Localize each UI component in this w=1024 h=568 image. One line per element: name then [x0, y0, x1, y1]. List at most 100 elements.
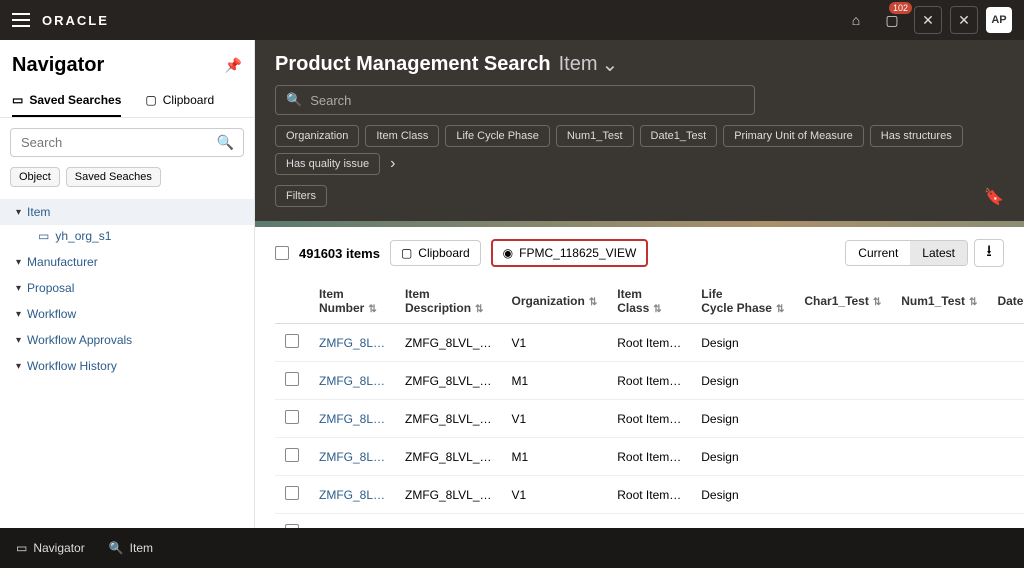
chip-saved-seaches[interactable]: Saved Seaches — [66, 167, 161, 187]
tree-proposal[interactable]: ▾Proposal — [0, 275, 254, 301]
tree-workflow-approvals[interactable]: ▾Workflow Approvals — [0, 327, 254, 353]
menu-icon[interactable] — [12, 13, 30, 27]
cell-desc: ZMFG_8LVL_… — [395, 324, 501, 362]
filter-has-quality-issue[interactable]: Has quality issue — [275, 153, 380, 175]
filters-button[interactable]: Filters — [275, 185, 327, 207]
sort-icon[interactable]: ⇅ — [368, 304, 376, 315]
bookmark-icon[interactable]: 🔖 — [984, 187, 1004, 207]
search-icon[interactable]: 🔍 — [217, 134, 234, 151]
col-item-number[interactable]: ItemNumber⇅ — [309, 279, 395, 324]
col-num1_test[interactable]: Num1_Test⇅ — [891, 279, 987, 324]
item-number-link[interactable]: ZMFG_8L… — [309, 324, 395, 362]
cell-class: Root Item… — [607, 400, 691, 438]
filter-organization[interactable]: Organization — [275, 125, 359, 147]
col-date1_t[interactable]: Date1_T⇅ — [987, 279, 1024, 324]
caret-icon: ▾ — [16, 309, 21, 320]
row-checkbox[interactable] — [285, 486, 299, 500]
tree-manufacturer[interactable]: ▾Manufacturer — [0, 249, 254, 275]
filter-has-structures[interactable]: Has structures — [870, 125, 963, 147]
cell-phase: Design — [691, 476, 794, 514]
sort-icon[interactable]: ⇅ — [776, 304, 784, 315]
item-number-link[interactable]: ZMFG_8L… — [309, 476, 395, 514]
item-number-link[interactable]: ZMFG_8L… — [309, 400, 395, 438]
pin-icon[interactable]: 📌 — [225, 57, 242, 74]
tree-item[interactable]: ▾Item — [0, 199, 254, 225]
home-icon[interactable]: ⌂ — [842, 6, 870, 34]
cell-desc: ZMFG_8LVL_… — [395, 514, 501, 529]
table-row: ZMFG_8L…ZMFG_8LVL_…V1Root Item…Design — [275, 400, 1024, 438]
sort-icon[interactable]: ⇅ — [475, 304, 483, 315]
tree-workflow-history[interactable]: ▾Workflow History — [0, 353, 254, 379]
table-row: ZMFG_8L…ZMFG_8LVL_…M1Root Item…Design — [275, 514, 1024, 529]
scope-dropdown[interactable]: Item ⌄ — [559, 52, 619, 77]
seg-latest[interactable]: Latest — [910, 241, 967, 265]
select-all-checkbox[interactable] — [275, 246, 289, 260]
tab-saved-searches[interactable]: ▭Saved Searches — [12, 85, 121, 117]
cell-org: M1 — [502, 438, 608, 476]
filter-item-class[interactable]: Item Class — [365, 125, 439, 147]
nav-icon: ▭ — [16, 541, 27, 555]
col-organization[interactable]: Organization⇅ — [502, 279, 608, 324]
row-checkbox[interactable] — [285, 372, 299, 386]
item-number-link[interactable]: ZMFG_8L… — [309, 514, 395, 529]
search-placeholder: Search — [310, 93, 351, 108]
cell-phase: Design — [691, 514, 794, 529]
eye-icon: ◉ — [503, 246, 513, 260]
clipboard-button[interactable]: ▢Clipboard — [390, 240, 481, 266]
clipboard-label: Clipboard — [418, 246, 469, 260]
filter-num1_test[interactable]: Num1_Test — [556, 125, 634, 147]
sidebar-search-input[interactable] — [10, 128, 244, 157]
caret-icon: ▾ — [16, 335, 21, 346]
clipboard-icon: ▢ — [145, 93, 156, 107]
filter-date1_test[interactable]: Date1_Test — [640, 125, 718, 147]
search-icon: 🔍 — [286, 92, 302, 108]
cell-class: Root Item… — [607, 362, 691, 400]
caret-icon: ▾ — [16, 257, 21, 268]
footer-item[interactable]: 🔍Item — [109, 541, 153, 555]
sort-icon[interactable]: ⇅ — [589, 297, 597, 308]
footer-item-label: Item — [130, 541, 153, 555]
bell-icon[interactable]: ▢102 — [878, 6, 906, 34]
cell-phase: Design — [691, 324, 794, 362]
filter-primary-unit-of-measure[interactable]: Primary Unit of Measure — [723, 125, 864, 147]
item-number-link[interactable]: ZMFG_8L… — [309, 438, 395, 476]
brand-logo: ORACLE — [42, 13, 109, 28]
topbar: ORACLE ⌂ ▢102 ✕ ✕ AP — [0, 0, 1024, 40]
tree-child[interactable]: ▭yh_org_s1 — [0, 225, 254, 249]
chevron-down-icon: ⌄ — [602, 52, 619, 77]
cell-org: M1 — [502, 514, 608, 529]
chip-object[interactable]: Object — [10, 167, 60, 187]
view-chip[interactable]: ◉FPMC_118625_VIEW — [491, 239, 649, 267]
col-item-description[interactable]: ItemDescription⇅ — [395, 279, 501, 324]
item-number-link[interactable]: ZMFG_8L… — [309, 362, 395, 400]
toolbar: 491603 items ▢Clipboard ◉FPMC_118625_VIE… — [255, 227, 1024, 279]
col-life-cycle-phase[interactable]: LifeCycle Phase⇅ — [691, 279, 794, 324]
row-checkbox[interactable] — [285, 334, 299, 348]
tab-saved-label: Saved Searches — [29, 93, 121, 107]
footer-navigator[interactable]: ▭Navigator — [16, 541, 85, 555]
download-button[interactable]: ⭳ — [974, 239, 1004, 267]
sort-icon[interactable]: ⇅ — [873, 297, 881, 308]
tab-clipboard[interactable]: ▢Clipboard — [145, 85, 214, 117]
version-segment: Current Latest — [845, 240, 968, 266]
filter-more-icon[interactable]: › — [390, 155, 395, 173]
sort-icon[interactable]: ⇅ — [969, 297, 977, 308]
tool-icon-1[interactable]: ✕ — [914, 6, 942, 34]
child-label: yh_org_s1 — [55, 229, 111, 243]
tool-icon-2[interactable]: ✕ — [950, 6, 978, 34]
filter-life-cycle-phase[interactable]: Life Cycle Phase — [445, 125, 550, 147]
col-item-class[interactable]: ItemClass⇅ — [607, 279, 691, 324]
cell-class: Root Item… — [607, 476, 691, 514]
table-wrap: ItemNumber⇅ItemDescription⇅Organization⇅… — [255, 279, 1024, 528]
sort-icon[interactable]: ⇅ — [653, 304, 661, 315]
results-table: ItemNumber⇅ItemDescription⇅Organization⇅… — [275, 279, 1024, 528]
footer: ▭Navigator 🔍Item — [0, 528, 1024, 568]
caret-icon: ▾ — [16, 361, 21, 372]
main-search[interactable]: 🔍 Search — [275, 85, 755, 115]
avatar[interactable]: AP — [986, 7, 1012, 33]
row-checkbox[interactable] — [285, 448, 299, 462]
seg-current[interactable]: Current — [846, 241, 910, 265]
col-char1_test[interactable]: Char1_Test⇅ — [794, 279, 891, 324]
tree-workflow[interactable]: ▾Workflow — [0, 301, 254, 327]
row-checkbox[interactable] — [285, 410, 299, 424]
